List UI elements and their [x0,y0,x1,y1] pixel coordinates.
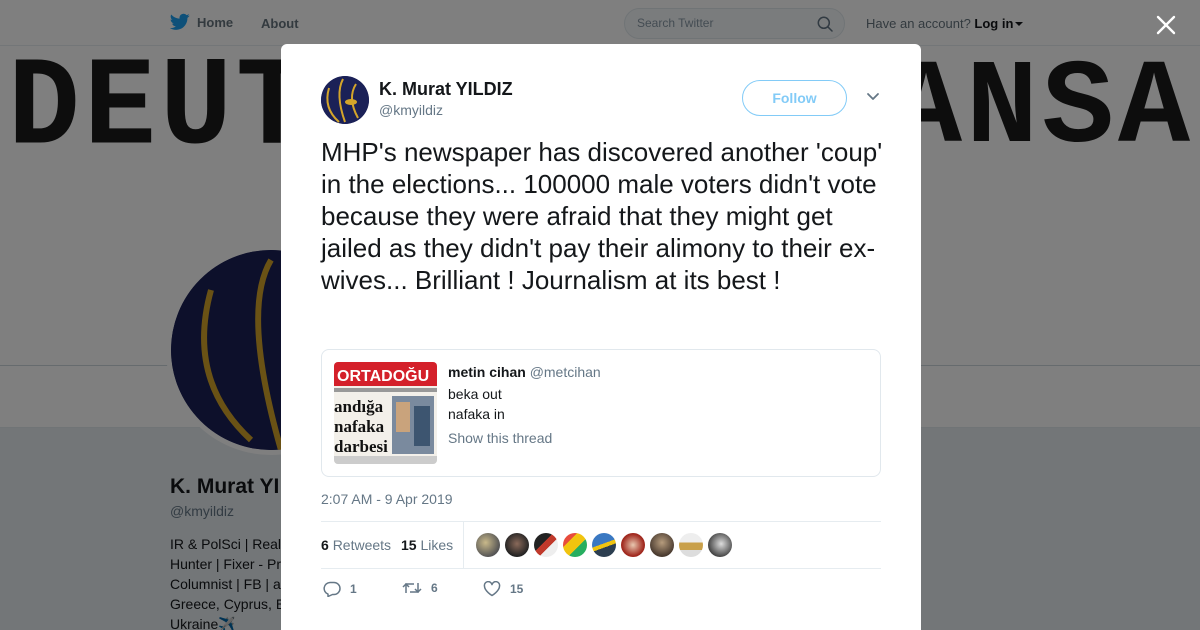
quoted-tweet-text: beka out [448,386,502,402]
thumb-headline: andığa [334,397,384,416]
tweet-text: MHP's newspaper has discovered another '… [321,137,883,295]
quoted-author: metin cihan @metcihan [448,364,601,380]
author-handle[interactable]: @kmyildiz [379,102,443,118]
liker-avatar[interactable] [534,533,558,557]
tweet-stats: 6 Retweets 15 Likes [321,521,881,569]
liker-avatar[interactable] [621,533,645,557]
author-avatar[interactable] [321,76,369,124]
quoted-author-handle: @metcihan [529,364,601,380]
like-button[interactable]: 15 [483,581,523,597]
liker-avatar[interactable] [650,533,674,557]
thumb-headline: darbesi [334,437,388,456]
show-thread-link[interactable]: Show this thread [448,430,552,446]
reply-count: 1 [350,582,357,596]
quoted-author-name: metin cihan [448,364,526,380]
liker-avatars [476,533,737,557]
likes-label: Likes [420,537,454,553]
author-name[interactable]: K. Murat YILDIZ [379,79,513,100]
like-count: 15 [510,582,524,596]
likes-stat[interactable]: 15 Likes [401,537,453,553]
liker-avatar[interactable] [505,533,529,557]
quoted-tweet-thumbnail[interactable]: ORTADOĞU andığa nafaka darbesi [334,362,437,464]
stats-divider [463,522,464,569]
retweets-label: Retweets [332,537,392,553]
quoted-tweet-card[interactable]: ORTADOĞU andığa nafaka darbesi metin cih… [321,349,881,477]
heart-icon [483,581,501,597]
liker-avatar[interactable] [679,533,703,557]
close-icon[interactable] [1153,12,1179,38]
liker-avatar[interactable] [476,533,500,557]
retweet-count: 6 [431,581,438,595]
liker-avatar[interactable] [708,533,732,557]
likes-count: 15 [401,537,417,553]
tweet-timestamp[interactable]: 2:07 AM - 9 Apr 2019 [321,491,453,507]
reply-button[interactable]: 1 [323,581,357,597]
retweets-stat[interactable]: 6 Retweets [321,537,391,553]
tweet-modal: K. Murat YILDIZ @kmyildiz Follow MHP's n… [281,44,921,630]
follow-button[interactable]: Follow [742,80,847,116]
chevron-down-icon[interactable] [866,92,880,102]
thumb-headline: nafaka [334,417,385,436]
thumb-masthead: ORTADOĞU [337,366,429,385]
quoted-tweet-text: nafaka in [448,406,505,422]
reply-icon [323,581,341,597]
retweet-button[interactable]: 6 [402,581,438,595]
retweets-count: 6 [321,537,329,553]
retweet-icon [402,582,422,594]
liker-avatar[interactable] [592,533,616,557]
liker-avatar[interactable] [563,533,587,557]
